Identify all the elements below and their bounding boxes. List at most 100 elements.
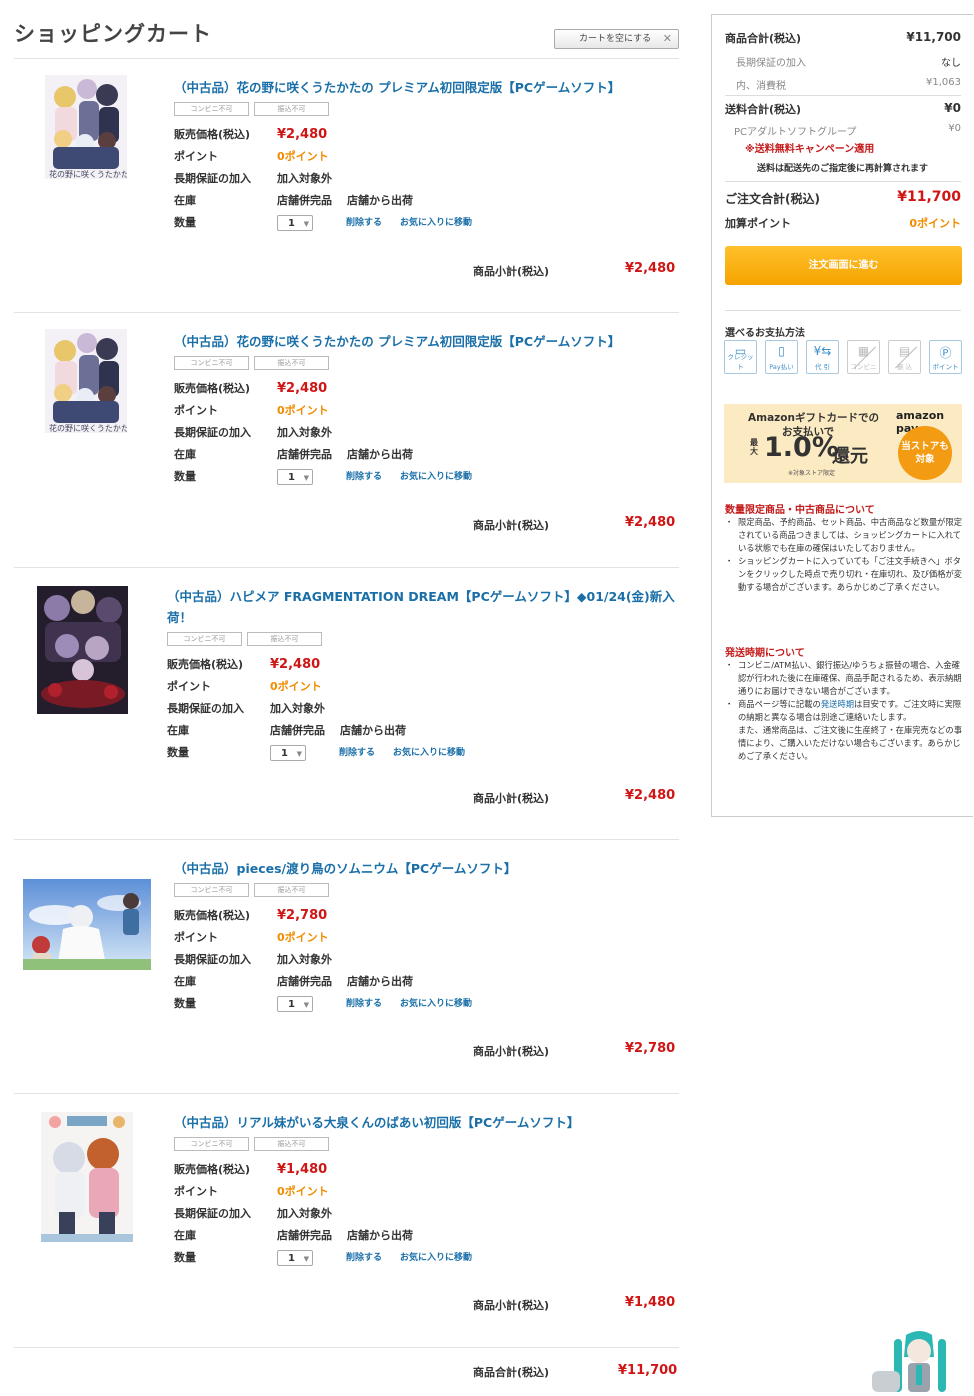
subtotal-value: ¥2,480 <box>625 261 676 276</box>
product-title-link[interactable]: （中古品）ハピメア FRAGMENTATION DREAM【PCゲームソフト】◆… <box>167 586 677 628</box>
chevron-down-icon: ▼ <box>303 1001 309 1009</box>
added-points-value: 0ポイント <box>909 217 961 230</box>
chevron-down-icon: ▼ <box>303 474 309 482</box>
grand-total-label: 商品合計(税込) <box>473 1366 550 1379</box>
badge-no-convenience: コンビニ不可 <box>174 1137 249 1151</box>
chevron-down-icon: ▼ <box>303 1255 309 1263</box>
quantity-select[interactable]: 1 ▼ <box>270 745 306 761</box>
product-thumbnail[interactable]: 花の野に咲くうたかたの <box>45 329 127 433</box>
ship-from-value: 店舗から出荷 <box>347 194 413 207</box>
delete-link[interactable]: 削除する <box>346 1247 382 1269</box>
product-thumbnail[interactable] <box>23 879 151 970</box>
move-to-favorites-link[interactable]: お気に入りに移動 <box>400 1247 472 1269</box>
price-value: ¥2,480 <box>270 657 321 672</box>
badge-no-transfer: 振込不可 <box>254 356 329 370</box>
delete-link[interactable]: 削除する <box>346 993 382 1015</box>
move-to-favorites-link[interactable]: お気に入りに移動 <box>400 993 472 1015</box>
subtotal-value: ¥2,480 <box>625 515 676 530</box>
order-total-label: ご注文合計(税込) <box>725 192 820 206</box>
badge-no-transfer: 振込不可 <box>247 632 322 646</box>
banner-badge: 当ストアも対象 <box>898 426 952 480</box>
added-points-label: 加算ポイント <box>725 217 791 230</box>
quantity-value: 1 <box>288 472 295 483</box>
item-details: （中古品）花の野に咲くうたかたの プレミアム初回限定版【PCゲームソフト】 コン… <box>174 77 620 234</box>
quantity-value: 1 <box>288 218 295 229</box>
thumbnail-logo-text: 花の野に咲くうたかたの <box>49 423 127 433</box>
shipping-label: 送料合計(税込) <box>725 103 802 116</box>
point-label: ポイント <box>167 680 211 693</box>
subtotal-value: ¥2,780 <box>625 1041 676 1056</box>
goods-total-value: ¥11,700 <box>906 30 961 44</box>
divider <box>725 95 961 96</box>
badge-no-convenience: コンビニ不可 <box>174 356 249 370</box>
product-thumbnail[interactable] <box>41 1112 133 1242</box>
product-title-link[interactable]: （中古品）リアル妹がいる大泉くんのばあい初回版【PCゲームソフト】 <box>174 1112 579 1133</box>
move-to-favorites-link[interactable]: お気に入りに移動 <box>400 212 472 234</box>
quantity-select[interactable]: 1 ▼ <box>277 469 313 485</box>
product-thumbnail[interactable]: 花の野に咲くうたかたの <box>45 75 127 179</box>
shipping-time-link[interactable]: 発送時期 <box>821 699 854 709</box>
proceed-to-order-button[interactable]: 注文画面に進む <box>725 246 962 285</box>
warranty-label: 長期保証の加入 <box>174 426 251 439</box>
free-shipping-campaign: ※送料無料キャンペーン適用 <box>745 144 875 155</box>
notice-list: コンビニ/ATM払い、銀行振込/ゆうちょ振替の場合、入金確認が行われた後に在庫確… <box>725 659 963 763</box>
shipping-group-value: ¥0 <box>948 123 961 134</box>
delete-link[interactable]: 削除する <box>339 742 375 764</box>
quantity-select[interactable]: 1 ▼ <box>277 996 313 1012</box>
badge-no-convenience: コンビニ不可 <box>174 883 249 897</box>
badge-no-convenience: コンビニ不可 <box>174 102 249 116</box>
price-label: 販売価格(税込) <box>174 909 251 922</box>
quantity-select[interactable]: 1 ▼ <box>277 215 313 231</box>
point-label: ポイント <box>174 404 218 417</box>
stock-value: 店舗併完品 <box>277 448 332 461</box>
price-value: ¥2,780 <box>277 908 328 923</box>
goods-total-label: 商品合計(税込) <box>725 32 802 45</box>
subtotal-label: 商品小計(税込) <box>473 1045 550 1058</box>
subtotal-label: 商品小計(税込) <box>473 519 550 532</box>
cash-on-delivery-icon: ¥⇆ 代 引 <box>806 340 839 374</box>
empty-cart-label: カートを空にする <box>579 34 652 44</box>
delete-link[interactable]: 削除する <box>346 212 382 234</box>
warranty-label: 長期保証の加入 <box>736 58 806 69</box>
product-title-link[interactable]: （中古品）花の野に咲くうたかたの プレミアム初回限定版【PCゲームソフト】 <box>174 331 620 352</box>
move-to-favorites-link[interactable]: お気に入りに移動 <box>393 742 465 764</box>
notice-item: ショッピングカートに入っていても「ご注文手続きへ」ボタンをクリックした時点で売り… <box>725 555 963 594</box>
quantity-label: 数量 <box>174 216 196 229</box>
product-title-link[interactable]: （中古品）pieces/渡り鳥のソムニウム【PCゲームソフト】 <box>174 858 516 879</box>
ship-from-value: 店舗から出荷 <box>347 448 413 461</box>
quantity-label: 数量 <box>174 997 196 1010</box>
divider <box>725 310 961 311</box>
notice-item-continued: また、通常商品は、ご注文後に生産終了・在庫完売などの事情により、ご購入いただけな… <box>738 725 963 761</box>
point-label: ポイント <box>174 150 218 163</box>
stock-value: 店舗併完品 <box>277 975 332 988</box>
mascot-character[interactable] <box>868 1327 960 1392</box>
product-thumbnail[interactable] <box>37 586 128 714</box>
price-value: ¥1,480 <box>277 1162 328 1177</box>
quantity-value: 1 <box>281 748 288 759</box>
subtotal-label: 商品小計(税込) <box>473 265 550 278</box>
point-value: 0ポイント <box>277 1185 329 1198</box>
ship-from-value: 店舗から出荷 <box>347 1229 413 1242</box>
item-details: （中古品）リアル妹がいる大泉くんのばあい初回版【PCゲームソフト】 コンビニ不可… <box>174 1112 579 1269</box>
empty-cart-button[interactable]: カートを空にする ✕ <box>554 29 679 49</box>
banner-kangen: 還元 <box>832 446 868 467</box>
subtotal-value: ¥2,480 <box>625 788 676 803</box>
tax-value: ¥1,063 <box>926 77 961 88</box>
delete-link[interactable]: 削除する <box>346 466 382 488</box>
warranty-value: 加入対象外 <box>277 172 332 185</box>
convenience-store-icon: ▦ コンビニ <box>847 340 880 374</box>
amazon-gift-card-banner[interactable]: Amazonギフトカードでの お支払いで 最大 1.0% 還元 ※対象ストア限定… <box>724 404 962 483</box>
quantity-select[interactable]: 1 ▼ <box>277 1250 313 1266</box>
item-details: （中古品）花の野に咲くうたかたの プレミアム初回限定版【PCゲームソフト】 コン… <box>174 331 620 488</box>
notice-heading: 発送時期について <box>725 648 805 659</box>
move-to-favorites-link[interactable]: お気に入りに移動 <box>400 466 472 488</box>
warranty-label: 長期保証の加入 <box>167 702 244 715</box>
notice-item: 商品ページ等に記載の発送時期は目安です。ご注文時に実際の納期と異なる場合は別途ご… <box>725 698 963 724</box>
quantity-label: 数量 <box>174 470 196 483</box>
ship-from-value: 店舗から出荷 <box>347 975 413 988</box>
warranty-label: 長期保証の加入 <box>174 953 251 966</box>
item-details: （中古品）pieces/渡り鳥のソムニウム【PCゲームソフト】 コンビニ不可 振込… <box>174 858 516 1015</box>
notice-heading: 数量限定商品・中古商品について <box>725 505 875 516</box>
shipping-recalc-note: 送料は配送先のご指定後に再計算されます <box>757 164 929 174</box>
product-title-link[interactable]: （中古品）花の野に咲くうたかたの プレミアム初回限定版【PCゲームソフト】 <box>174 77 620 98</box>
